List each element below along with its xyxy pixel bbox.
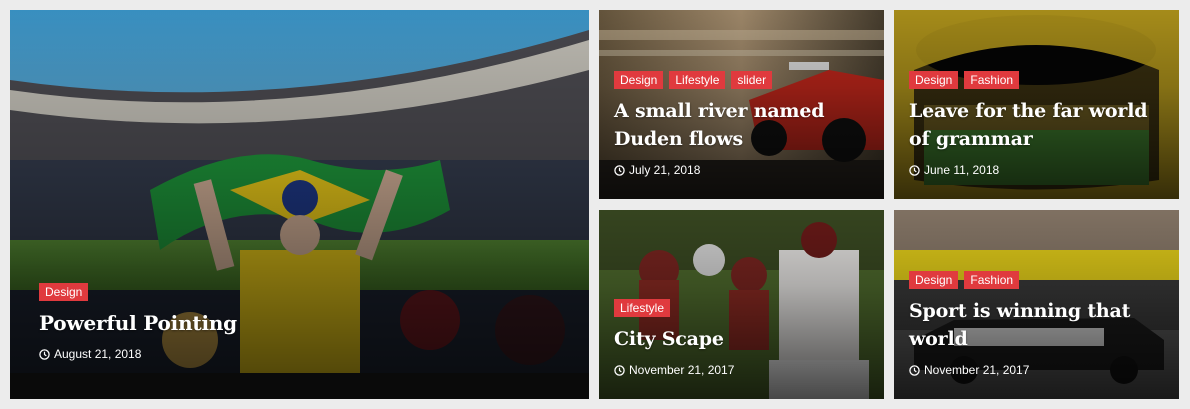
post-tags: Design Fashion — [909, 71, 1169, 89]
post-card[interactable]: Lifestyle City Scape November 21, 2017 — [599, 210, 884, 399]
post-content: Lifestyle City Scape November 21, 2017 — [614, 299, 874, 377]
post-title[interactable]: A small river named Duden flows — [614, 97, 874, 153]
post-title[interactable]: City Scape — [614, 325, 874, 353]
tag-lifestyle[interactable]: Lifestyle — [669, 71, 726, 89]
post-content: Design Fashion Sport is winning that wor… — [909, 271, 1169, 377]
post-title[interactable]: Leave for the far world of grammar — [909, 97, 1169, 153]
post-date: August 21, 2018 — [39, 347, 589, 361]
tag-design[interactable]: Design — [909, 71, 959, 89]
tag-design[interactable]: Design — [909, 271, 959, 289]
post-content: Design Fashion Leave for the far world o… — [909, 71, 1169, 177]
post-card[interactable]: Design Lifestyle slider A small river na… — [599, 10, 884, 199]
tag-fashion[interactable]: Fashion — [964, 271, 1020, 289]
post-content: Design Lifestyle slider A small river na… — [614, 71, 874, 177]
post-content: Design Powerful Pointing August 21, 2018 — [39, 283, 589, 361]
tag-slider[interactable]: slider — [731, 71, 773, 89]
post-title[interactable]: Powerful Pointing — [39, 309, 589, 337]
featured-post-card[interactable]: Design Powerful Pointing August 21, 2018 — [10, 10, 589, 399]
post-tags: Lifestyle — [614, 299, 874, 317]
post-date: July 21, 2018 — [614, 163, 874, 177]
post-title[interactable]: Sport is winning that world — [909, 297, 1169, 353]
post-date: June 11, 2018 — [909, 163, 1169, 177]
clock-icon — [39, 348, 50, 360]
tag-lifestyle[interactable]: Lifestyle — [614, 299, 671, 317]
bottom-band — [10, 373, 589, 399]
post-date-text: June 11, 2018 — [924, 163, 1000, 177]
tag-fashion[interactable]: Fashion — [964, 71, 1020, 89]
post-date: November 21, 2017 — [614, 363, 874, 377]
tag-design[interactable]: Design — [39, 283, 89, 301]
post-date-text: November 21, 2017 — [629, 363, 735, 377]
post-date-text: August 21, 2018 — [54, 347, 142, 361]
post-card[interactable]: Design Fashion Sport is winning that wor… — [894, 210, 1179, 399]
clock-icon — [614, 164, 625, 176]
clock-icon — [614, 364, 625, 376]
post-date-text: November 21, 2017 — [924, 363, 1030, 377]
post-card[interactable]: Design Fashion Leave for the far world o… — [894, 10, 1179, 199]
post-tags: Design Lifestyle slider — [614, 71, 874, 89]
clock-icon — [909, 364, 920, 376]
clock-icon — [909, 164, 920, 176]
post-tags: Design Fashion — [909, 271, 1169, 289]
post-date: November 21, 2017 — [909, 363, 1169, 377]
tag-design[interactable]: Design — [614, 71, 664, 89]
post-date-text: July 21, 2018 — [629, 163, 701, 177]
post-tags: Design — [39, 283, 589, 301]
